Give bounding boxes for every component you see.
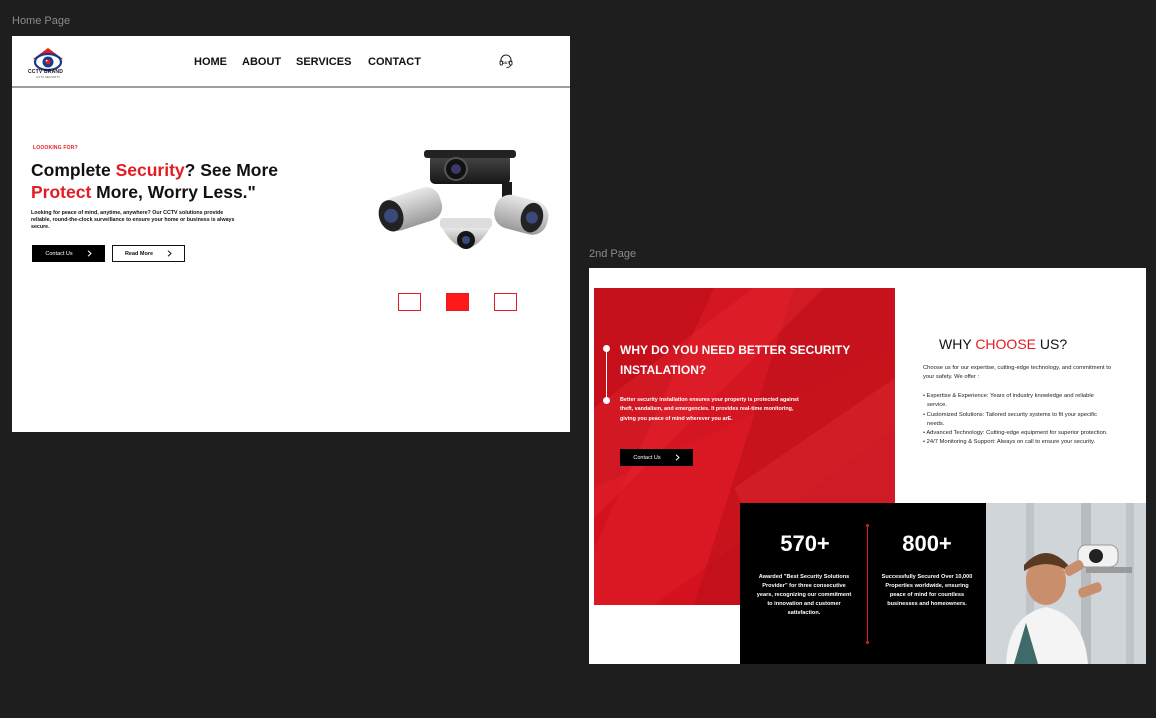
- chevron-right-icon: [167, 250, 172, 257]
- choose-us-title: WHY CHOOSE US?: [939, 336, 1067, 352]
- headset-icon[interactable]: 24/7: [498, 53, 514, 69]
- choose-title-part: US?: [1036, 336, 1068, 352]
- carousel-dot[interactable]: [398, 293, 421, 311]
- stat-number-awards: 570+: [780, 531, 830, 556]
- hero-eyebrow: LOOOKING FOR?: [33, 145, 78, 151]
- list-item: • Customized Solutions: Tailored securit…: [923, 411, 1097, 427]
- chevron-right-icon: [87, 250, 92, 257]
- choose-title-part: WHY: [939, 336, 976, 352]
- why-contact-us-button[interactable]: Contact Us: [620, 449, 693, 466]
- choose-title-highlight: CHOOSE: [975, 336, 1036, 352]
- timeline-dot: [603, 345, 610, 352]
- home-page-frame: CCTV BRAND CCTV SECURITY HOME ABOUT SERV…: [12, 36, 570, 432]
- frame-label-home: Home Page: [12, 15, 71, 27]
- list-item: • 24/7 Monitoring & Support: Always on c…: [923, 439, 1096, 446]
- read-more-label: Read More: [124, 250, 154, 257]
- stat-text-properties: Successfully Secured Over 10,000 Propert…: [881, 574, 973, 607]
- chevron-right-icon: [675, 454, 680, 461]
- choose-us-list: • Expertise & Experience: Years of indus…: [923, 392, 1113, 448]
- hero-description: Looking for peace of mind, anytime, anyw…: [31, 210, 235, 230]
- second-page-frame: WHY DO YOU NEED BETTER SECURITY INSTALAT…: [589, 268, 1146, 664]
- choose-us-intro: Choose us for our expertise, cutting-edg…: [923, 365, 1112, 380]
- timeline-dot: [603, 397, 610, 404]
- read-more-button[interactable]: Read More: [112, 245, 185, 262]
- frame-label-second: 2nd Page: [589, 248, 637, 260]
- cctv-cameras-illustration: [378, 150, 549, 249]
- contact-us-label: Contact Us: [45, 250, 73, 257]
- carousel-dot[interactable]: [494, 293, 517, 311]
- why-description: Better security installation ensures you…: [620, 397, 799, 422]
- stats-divider: [866, 524, 869, 644]
- headline-highlight-security: Security: [115, 160, 185, 180]
- list-item: • Advanced Technology: Cutting-edge equi…: [923, 430, 1108, 437]
- contact-us-label: Contact Us: [633, 454, 661, 461]
- hero-headline: Complete Security? See More Protect More…: [31, 159, 278, 203]
- headline-part: Complete: [31, 160, 116, 180]
- why-title: WHY DO YOU NEED BETTER SECURITY INSTALAT…: [620, 343, 851, 377]
- nav-contact-link[interactable]: CONTACT: [368, 56, 421, 68]
- technician-photo: [986, 503, 1146, 664]
- logo-tagline: CCTV SECURITY: [36, 75, 61, 79]
- headline-part: More, Worry Less.": [91, 182, 256, 202]
- svg-text:24/7: 24/7: [503, 61, 509, 65]
- nav-services-link[interactable]: SERVICES: [296, 56, 351, 68]
- carousel-dot-active[interactable]: [446, 293, 469, 311]
- nav-home-link[interactable]: HOME: [194, 56, 227, 68]
- contact-us-button[interactable]: Contact Us: [32, 245, 105, 262]
- navbar: CCTV BRAND CCTV SECURITY HOME ABOUT SERV…: [12, 36, 570, 88]
- nav-about-link[interactable]: ABOUT: [242, 56, 281, 68]
- list-item: • Expertise & Experience: Years of indus…: [923, 393, 1094, 409]
- stats-panel: 570+ Awarded "Best Security Solutions Pr…: [740, 503, 986, 664]
- stat-text-awards: Awarded "Best Security Solutions Provide…: [756, 574, 852, 616]
- stat-number-properties: 800+: [902, 531, 952, 556]
- headline-part: ? See More: [184, 160, 279, 180]
- timeline-line: [606, 348, 607, 400]
- headline-highlight-protect: Protect: [31, 182, 92, 202]
